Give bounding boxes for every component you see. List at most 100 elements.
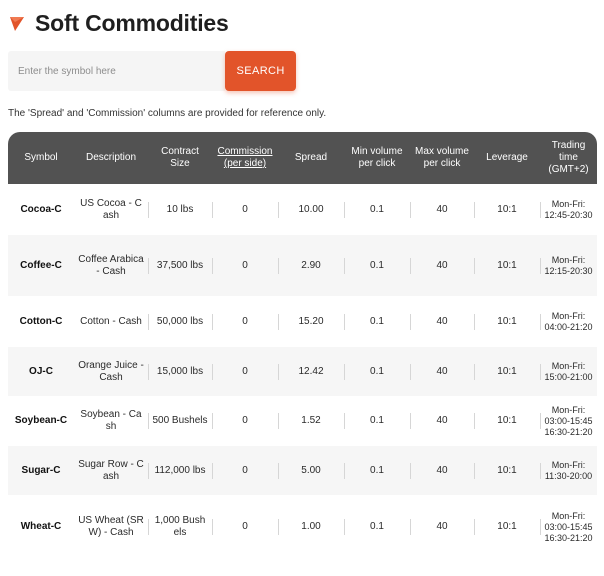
header-trading-time: Trading time (GMT+2) xyxy=(548,140,589,175)
cell-description: Soybean - Cash xyxy=(80,409,142,432)
time-line: Mon-Fri: xyxy=(551,198,586,209)
time-line: 16:30-21:20 xyxy=(544,426,593,437)
cell-symbol: Cocoa-C xyxy=(20,203,62,215)
cell-description: Coffee Arabica - Cash xyxy=(78,253,144,277)
cell-spread: 2.90 xyxy=(278,235,344,296)
cell-leverage: 10:1 xyxy=(474,495,540,559)
search-bar: SEARCH xyxy=(8,51,296,91)
cell-contract-size: 10 lbs xyxy=(148,184,212,235)
cell-trading-time: Mon-Fri: 15:00-21:00 xyxy=(540,347,597,396)
time-line: 12:45-20:30 xyxy=(544,209,593,220)
cell-spread: 5.00 xyxy=(278,446,344,495)
cell-trading-time: Mon-Fri: 04:00-21:20 xyxy=(540,296,597,347)
cell-contract-size: 15,000 lbs xyxy=(148,347,212,396)
commodities-table: Symbol Description Contract Size Commiss… xyxy=(8,132,597,574)
cell-description: US Cocoa - Cash xyxy=(80,197,142,221)
cell-max-volume: 40 xyxy=(410,396,474,446)
cell-min-volume: 0.1 xyxy=(344,347,410,396)
page-title: Soft Commodities xyxy=(35,10,229,36)
time-line: Mon-Fri: xyxy=(551,310,586,321)
title-row: Soft Commodities xyxy=(9,10,229,37)
table-row: Soybean-C Soybean - Cash 500 Bushels 0 1… xyxy=(8,396,597,446)
cell-max-volume: 40 xyxy=(410,235,474,296)
time-line: Mon-Fri: xyxy=(551,404,586,415)
cell-min-volume: 0.1 xyxy=(344,396,410,446)
arrow-icon xyxy=(10,16,24,31)
cell-symbol: Cotton-C xyxy=(19,315,63,327)
table-row: Cocoa-C US Cocoa - Cash 10 lbs 0 10.00 0… xyxy=(8,184,597,235)
time-line: Mon-Fri: xyxy=(551,254,586,265)
cell-contract-size: 37,500 lbs xyxy=(148,235,212,296)
cell-leverage: 10:1 xyxy=(474,235,540,296)
cell-leverage: 10:1 xyxy=(474,184,540,235)
cell-min-volume: 0.1 xyxy=(344,446,410,495)
cell-leverage: 10:1 xyxy=(474,296,540,347)
cell-min-volume: 0.1 xyxy=(344,235,410,296)
cell-max-volume: 40 xyxy=(410,446,474,495)
time-line: 15:00-21:00 xyxy=(544,371,593,382)
table-row: Cotton-C Cotton - Cash 50,000 lbs 0 15.2… xyxy=(8,296,597,347)
cell-symbol: Sugar-C xyxy=(21,464,61,476)
time-line: 16:30-21:20 xyxy=(544,532,593,543)
cell-commission: 0 xyxy=(212,235,278,296)
cell-max-volume: 40 xyxy=(410,296,474,347)
cell-symbol: Soybean-C xyxy=(14,415,68,426)
time-line: Mon-Fri: xyxy=(551,360,586,371)
time-line: 12:15-20:30 xyxy=(544,265,593,276)
cell-min-volume: 0.1 xyxy=(344,184,410,235)
cell-symbol: Coffee-C xyxy=(20,259,62,271)
cell-leverage: 10:1 xyxy=(474,396,540,446)
header-description: Description xyxy=(85,152,137,163)
cell-description: US Wheat (SRW) - Cash xyxy=(78,515,144,538)
cell-symbol: Wheat-C xyxy=(20,521,62,532)
cell-min-volume: 0.1 xyxy=(344,495,410,559)
cell-description: Orange Juice - Cash xyxy=(78,359,144,383)
cell-contract-size: 1,000 Bushels xyxy=(148,495,212,559)
table-row: Sugar-C Sugar Row - Cash 112,000 lbs 0 5… xyxy=(8,446,597,495)
cell-trading-time: Mon-Fri: 11:30-20:00 xyxy=(540,446,597,495)
cell-commission: 0 xyxy=(212,184,278,235)
cell-trading-time: Mon-Fri: 12:45-20:30 xyxy=(540,184,597,235)
time-line: 04:00-21:20 xyxy=(544,321,593,332)
cell-spread: 15.20 xyxy=(278,296,344,347)
cell-contract-size: 50,000 lbs xyxy=(148,296,212,347)
cell-max-volume: 40 xyxy=(410,495,474,559)
commission-link[interactable]: Commission (per side) xyxy=(217,146,272,169)
time-line: 03:00-15:45 xyxy=(544,521,593,532)
cell-min-volume: 0.1 xyxy=(344,296,410,347)
header-symbol: Symbol xyxy=(24,152,58,163)
cell-spread: 10.00 xyxy=(278,184,344,235)
cell-commission: 0 xyxy=(212,347,278,396)
cell-description: Sugar Row - Cash xyxy=(78,458,144,482)
time-line: 03:00-15:45 xyxy=(544,415,593,426)
table-row: Coffee-C Coffee Arabica - Cash 37,500 lb… xyxy=(8,235,597,296)
header-spread: Spread xyxy=(294,152,328,163)
cell-spread: 12.42 xyxy=(278,347,344,396)
table-row: OJ-C Orange Juice - Cash 15,000 lbs 0 12… xyxy=(8,347,597,396)
cell-commission: 0 xyxy=(212,495,278,559)
cell-contract-size: 112,000 lbs xyxy=(148,446,212,495)
header-min-volume: Min volume per click xyxy=(351,146,403,169)
time-line: Mon-Fri: xyxy=(551,510,586,521)
time-line: 11:30-20:00 xyxy=(544,470,593,481)
cell-symbol: OJ-C xyxy=(29,365,53,377)
header-leverage: Leverage xyxy=(486,152,528,163)
time-line: Mon-Fri: xyxy=(551,459,586,470)
cell-description: Cotton - Cash xyxy=(80,315,142,327)
cell-max-volume: 40 xyxy=(410,184,474,235)
search-button[interactable]: SEARCH xyxy=(225,51,296,91)
cell-max-volume: 40 xyxy=(410,347,474,396)
cell-trading-time: Mon-Fri: 12:15-20:30 xyxy=(540,235,597,296)
cell-commission: 0 xyxy=(212,296,278,347)
table-row: Wheat-C US Wheat (SRW) - Cash 1,000 Bush… xyxy=(8,495,597,559)
cell-leverage: 10:1 xyxy=(474,446,540,495)
header-contract-size: Contract Size xyxy=(161,146,199,169)
header-max-volume: Max volume per click xyxy=(415,146,469,169)
cell-spread: 1.52 xyxy=(278,396,344,446)
symbol-search-input[interactable] xyxy=(8,51,226,91)
cell-commission: 0 xyxy=(212,396,278,446)
header-commission[interactable]: Commission (per side) xyxy=(212,132,278,184)
cell-trading-time: Mon-Fri: 03:00-15:45 16:30-21:20 xyxy=(540,495,597,559)
reference-note: The 'Spread' and 'Commission' columns ar… xyxy=(8,108,327,119)
cell-commission: 0 xyxy=(212,446,278,495)
